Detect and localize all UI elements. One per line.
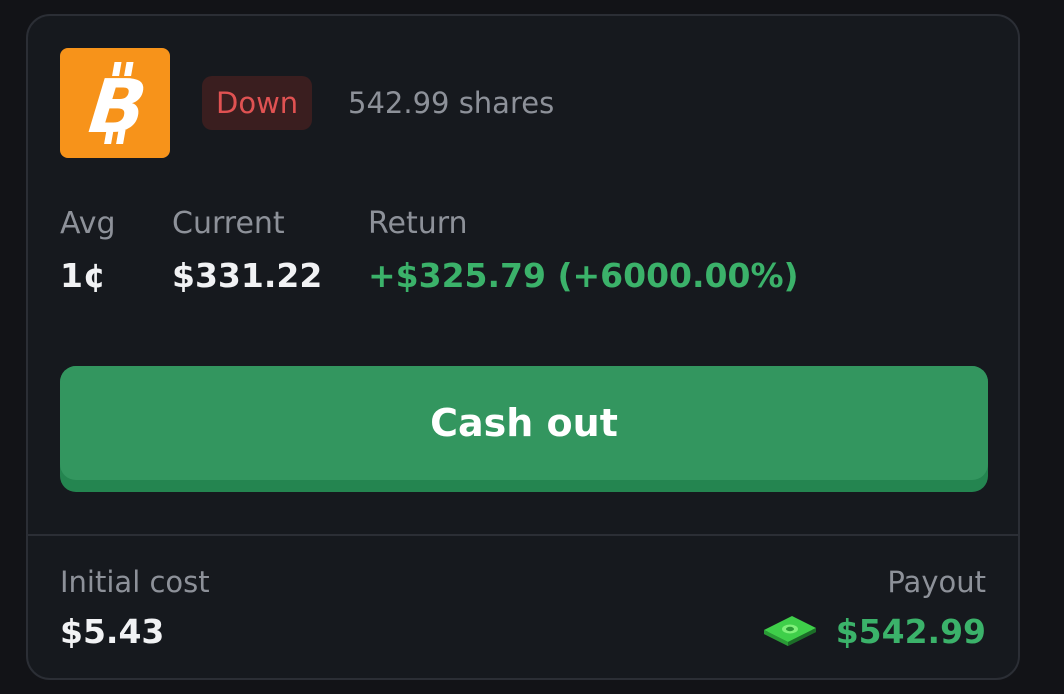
divider — [28, 534, 1018, 536]
return-value: +$325.79 (+6000.00%) — [368, 256, 799, 295]
cash-money-icon — [762, 612, 818, 652]
cash-out-button[interactable]: Cash out — [60, 366, 988, 492]
initial-cost-value: $5.43 — [60, 612, 165, 651]
direction-label: Down — [216, 86, 299, 120]
avg-value: 1¢ — [60, 256, 106, 295]
direction-badge: Down — [202, 76, 313, 130]
position-card: B Down 542.99 shares Avg 1¢ Current $331… — [26, 14, 1020, 680]
payout-label: Payout — [887, 565, 986, 599]
current-label: Current — [172, 206, 285, 241]
cash-out-label: Cash out — [60, 366, 988, 480]
payout-value: $542.99 — [835, 612, 986, 651]
return-label: Return — [368, 206, 468, 241]
avg-label: Avg — [60, 206, 116, 241]
current-value: $331.22 — [172, 256, 323, 295]
shares-count: 542.99 shares — [348, 86, 555, 120]
initial-cost-label: Initial cost — [60, 565, 210, 599]
bitcoin-icon: B — [60, 48, 170, 158]
